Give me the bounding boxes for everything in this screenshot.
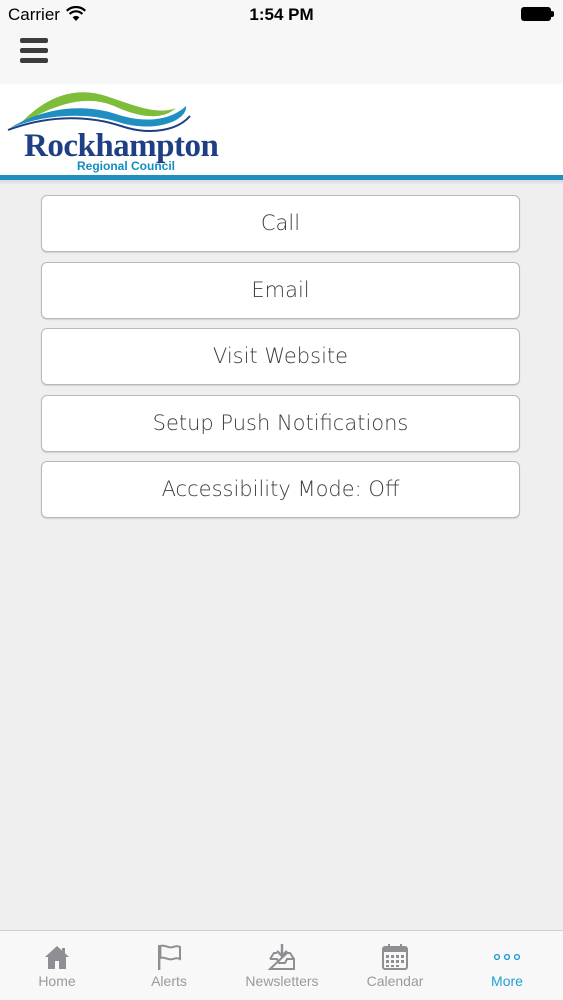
hamburger-menu-icon[interactable] xyxy=(20,38,48,64)
tab-more-label: More xyxy=(491,973,523,989)
setup-push-notifications-button[interactable]: Setup Push Notifications xyxy=(41,394,520,452)
accessibility-mode-button[interactable]: Accessibility Mode: Off xyxy=(41,461,520,518)
tab-calendar-label: Calendar xyxy=(366,973,424,989)
logo-subtitle: Regional Council xyxy=(77,159,176,173)
home-icon xyxy=(45,946,69,969)
flag-icon xyxy=(158,944,181,970)
more-menu-list: Call Email Visit Website Setup Push Noti… xyxy=(41,195,520,528)
header-banner: Rockhampton Regional Council xyxy=(0,84,563,176)
tab-more[interactable]: More xyxy=(451,931,563,1000)
status-bar: Carrier 1:54 PM xyxy=(0,0,563,30)
tab-newsletters[interactable]: Newsletters xyxy=(226,931,338,1000)
visit-website-button[interactable]: Visit Website xyxy=(41,328,520,385)
tab-home[interactable]: Home xyxy=(1,931,113,1000)
tab-alerts[interactable]: Alerts xyxy=(113,931,225,1000)
call-button[interactable]: Call xyxy=(41,195,520,252)
battery-icon xyxy=(521,7,554,21)
status-time: 1:54 PM xyxy=(249,5,314,24)
tab-bar: Home Alerts Newsletters Calendar More xyxy=(0,930,563,1000)
nav-bar xyxy=(0,30,563,84)
email-button[interactable]: Email xyxy=(41,261,520,319)
more-dots-icon xyxy=(493,953,521,961)
tab-calendar[interactable]: Calendar xyxy=(339,931,451,1000)
council-logo: Rockhampton Regional Council xyxy=(6,86,219,176)
tab-alerts-label: Alerts xyxy=(151,973,187,989)
calendar-icon xyxy=(382,944,408,970)
header-shadow xyxy=(0,180,563,185)
tab-newsletters-label: Newsletters xyxy=(245,973,319,989)
inbox-download-icon xyxy=(268,944,295,970)
tab-home-label: Home xyxy=(38,973,76,989)
